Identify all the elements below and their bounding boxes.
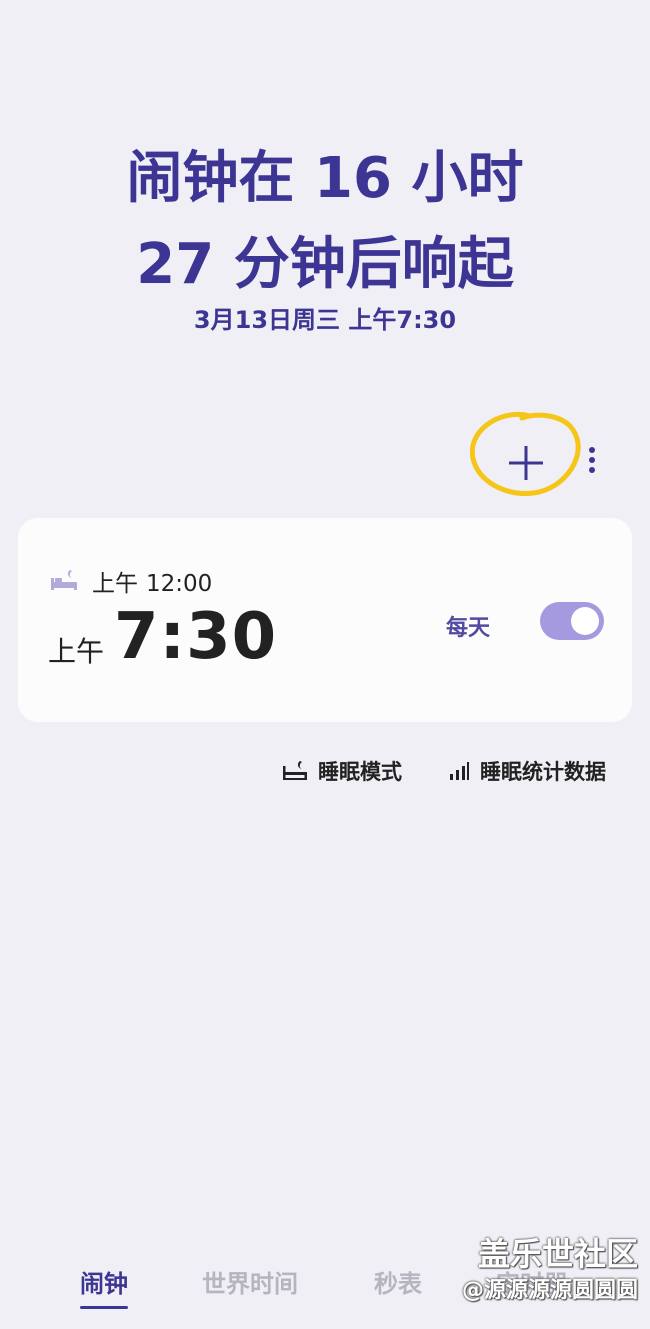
next-alarm-date: 3月13日周三 上午7:30 (193, 306, 457, 334)
watermark-line-2: @源源源源圆圆圆 (461, 1278, 638, 1303)
alarm-ampm: 上午 (48, 635, 105, 668)
bed-icon (283, 761, 307, 780)
tab-alarm[interactable]: 闹钟 (80, 1264, 128, 1309)
watermark: 盖乐世社区 @源源源源圆圆圆 (462, 1232, 638, 1306)
more-options-button[interactable] (580, 442, 604, 482)
sleep-stats-label: 睡眠统计数据 (480, 760, 606, 784)
add-alarm-button[interactable] (470, 410, 582, 500)
tab-stopwatch[interactable]: 秒表 (374, 1264, 422, 1299)
countdown-headline: 闹钟在 16 小时 27 分钟后响起 (0, 136, 650, 308)
sleep-mode-link[interactable]: 睡眠模式 (282, 756, 402, 786)
plus-icon (509, 446, 543, 480)
alarm-card[interactable]: 上午 12:00 上午 7:30 每天 (18, 518, 632, 722)
alarm-time: 7:30 (114, 600, 278, 674)
more-vertical-icon (589, 447, 595, 473)
countdown-line-2: 27 分钟后响起 (136, 232, 514, 297)
bar-chart-icon (450, 762, 469, 780)
watermark-line-1: 盖乐世社区 (477, 1235, 638, 1273)
bedtime-ampm: 上午 (92, 571, 138, 597)
toggle-knob (571, 607, 599, 635)
alarm-toggle[interactable] (540, 602, 604, 640)
repeat-label: 每天 (446, 616, 491, 641)
bedtime-label: 上午 12:00 (92, 564, 212, 598)
sleep-stats-link[interactable]: 睡眠统计数据 (448, 756, 606, 786)
bedtime-time: 12:00 (146, 571, 213, 597)
countdown-line-1: 闹钟在 16 小时 (126, 146, 524, 211)
tab-world-clock[interactable]: 世界时间 (202, 1264, 298, 1299)
sleep-mode-label: 睡眠模式 (318, 760, 402, 784)
bed-icon (51, 570, 77, 590)
